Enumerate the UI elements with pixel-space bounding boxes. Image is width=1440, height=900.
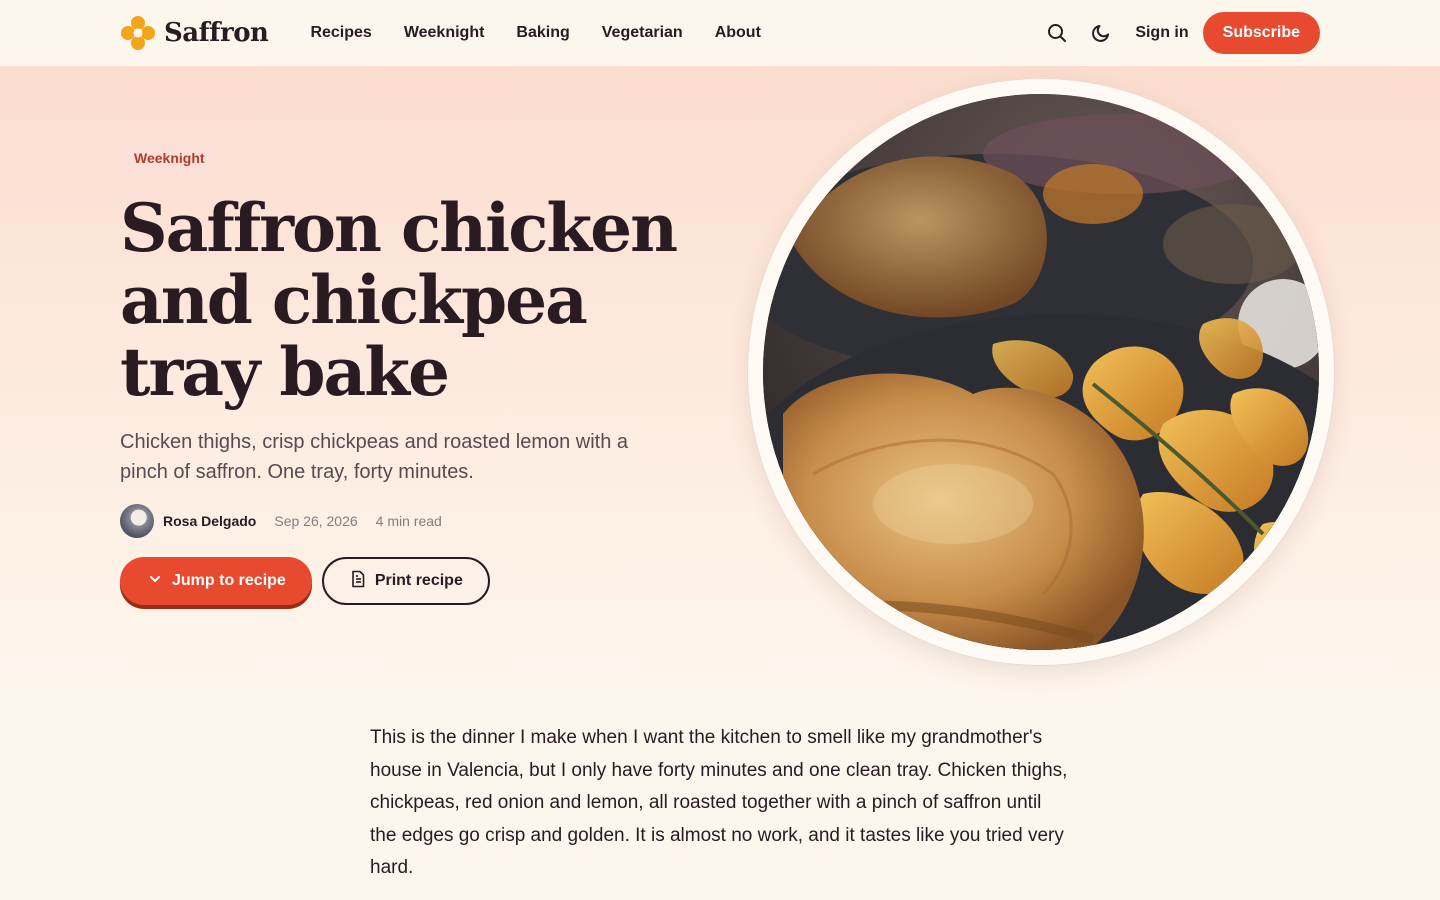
author-name[interactable]: Rosa Delgado: [163, 513, 256, 529]
signin-link[interactable]: Sign in: [1135, 24, 1188, 42]
flower-icon: [120, 15, 156, 51]
nav-link-vegetarian[interactable]: Vegetarian: [602, 24, 683, 42]
category-tag[interactable]: Weeknight: [120, 142, 219, 174]
top-nav: Saffron Recipes Weeknight Baking Vegetar…: [0, 0, 1440, 66]
nav-link-baking[interactable]: Baking: [516, 24, 569, 42]
article-intro: This is the dinner I make when I want th…: [370, 727, 1068, 878]
nav-actions: Sign in Subscribe: [1045, 12, 1320, 54]
document-icon: [349, 570, 367, 593]
byline: Rosa Delgado Sep 26, 2026 4 min read: [120, 504, 460, 538]
nav-link-recipes[interactable]: Recipes: [310, 24, 371, 42]
hero-actions: Jump to recipe Print recipe: [120, 557, 490, 605]
read-time: 4 min read: [375, 513, 442, 529]
nav-link-weeknight[interactable]: Weeknight: [404, 24, 485, 42]
brand-name: Saffron: [164, 18, 269, 48]
print-recipe-button[interactable]: Print recipe: [321, 557, 490, 605]
print-recipe-label: Print recipe: [374, 572, 463, 589]
jump-to-recipe-label: Jump to recipe: [172, 572, 286, 589]
subscribe-button[interactable]: Subscribe: [1202, 12, 1320, 54]
nav-link-about[interactable]: About: [715, 24, 761, 42]
search-icon[interactable]: [1045, 21, 1069, 45]
jump-to-recipe-button[interactable]: Jump to recipe: [120, 557, 312, 605]
recipe-hero: Weeknight Saffron chicken and chickpea t…: [0, 66, 1440, 690]
chevron-down-icon: [148, 572, 162, 591]
primary-nav: Recipes Weeknight Baking Vegetarian Abou…: [310, 24, 760, 42]
moon-icon[interactable]: [1089, 21, 1113, 45]
avatar: [120, 504, 154, 538]
hero-food-image: [763, 94, 1319, 650]
brand-home-link[interactable]: Saffron: [120, 15, 269, 51]
recipe-title: Saffron chicken and chickpea tray bake: [120, 189, 678, 411]
publish-date: Sep 26, 2026: [274, 513, 358, 529]
recipe-subtitle: Chicken thighs, crisp chickpeas and roas…: [120, 431, 629, 483]
